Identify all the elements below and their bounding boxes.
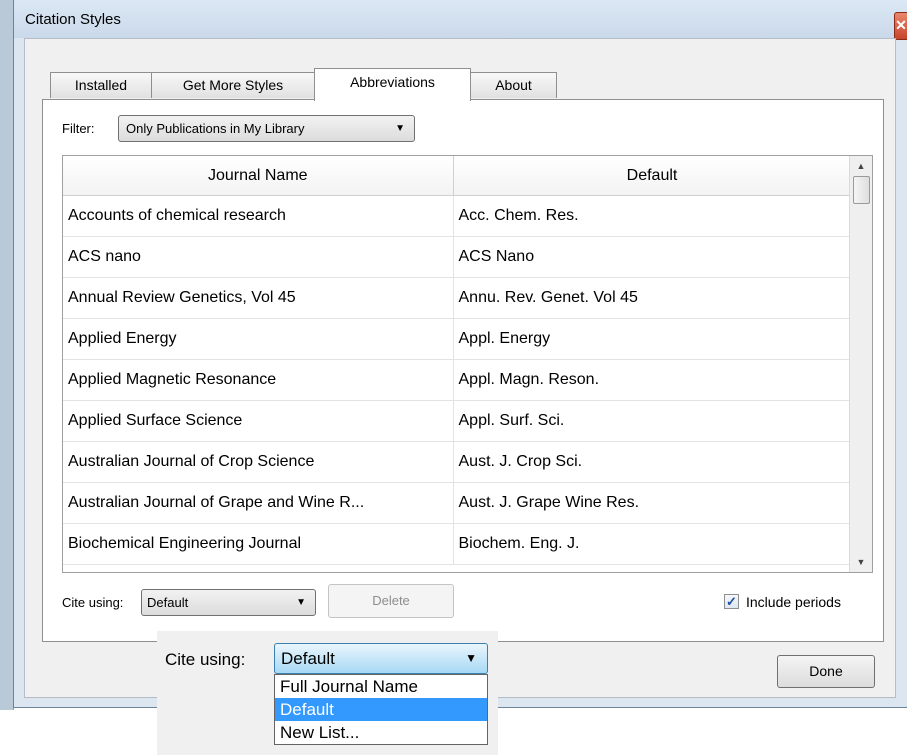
scrollbar-thumb[interactable] — [853, 176, 870, 204]
abbreviation-cell[interactable]: Biochem. Eng. J. — [453, 523, 852, 565]
abbreviation-cell[interactable]: Annu. Rev. Genet. Vol 45 — [453, 277, 852, 319]
column-header-journal-name[interactable]: Journal Name — [63, 156, 454, 196]
checkmark-icon: ✓ — [726, 594, 737, 609]
table-row[interactable]: Australian Journal of Crop Science Aust. … — [63, 441, 852, 483]
background-window-edge — [0, 0, 14, 710]
chevron-down-icon: ▼ — [395, 123, 405, 134]
abbreviations-table: Journal Name Default Accounts of chemica… — [62, 155, 873, 573]
abbreviation-cell[interactable]: Appl. Magn. Reson. — [453, 359, 852, 401]
cite-using-dropdown[interactable]: Default ▼ — [141, 589, 316, 616]
window-title: Citation Styles — [25, 11, 121, 28]
zoom-cite-using-value: Default — [281, 649, 335, 668]
table-row[interactable]: Australian Journal of Grape and Wine R..… — [63, 482, 852, 524]
table-row[interactable]: Accounts of chemical research Acc. Chem. … — [63, 195, 852, 237]
abbreviations-panel: Filter: Only Publications in My Library … — [42, 99, 884, 642]
journal-name-cell[interactable]: Annual Review Genetics, Vol 45 — [63, 277, 454, 319]
journal-name-cell[interactable]: Applied Surface Science — [63, 400, 454, 442]
abbreviation-cell[interactable]: ACS Nano — [453, 236, 852, 278]
table-row[interactable]: Annual Review Genetics, Vol 45 Annu. Rev.… — [63, 277, 852, 319]
zoom-cite-using-label: Cite using: — [165, 650, 246, 669]
journal-name-cell[interactable]: ACS nano — [63, 236, 454, 278]
abbreviation-cell[interactable]: Acc. Chem. Res. — [453, 195, 852, 237]
title-bar: Citation Styles ✕ — [14, 0, 907, 40]
journal-name-cell[interactable]: Applied Energy — [63, 318, 454, 360]
table-row[interactable]: Applied Surface Science Appl. Surf. Sci. — [63, 400, 852, 442]
table-row[interactable]: Applied Magnetic Resonance Appl. Magn. Re… — [63, 359, 852, 401]
cite-using-options-list: Full Journal Name Default New List... — [274, 674, 488, 745]
tab-get-more-styles[interactable]: Get More Styles — [151, 72, 315, 98]
vertical-scrollbar[interactable]: ▲ ▼ — [849, 156, 872, 572]
include-periods-label[interactable]: Include periods — [746, 594, 841, 610]
done-button[interactable]: Done — [777, 655, 875, 688]
citation-styles-window: Citation Styles ✕ Installed Get More Sty… — [13, 0, 907, 708]
filter-dropdown[interactable]: Only Publications in My Library ▼ — [118, 115, 415, 142]
filter-value: Only Publications in My Library — [126, 121, 305, 136]
chevron-down-icon: ▼ — [296, 597, 306, 608]
journal-name-cell[interactable]: Accounts of chemical research — [63, 195, 454, 237]
scroll-down-icon[interactable]: ▼ — [850, 552, 872, 572]
option-full-journal-name[interactable]: Full Journal Name — [275, 675, 487, 698]
journal-name-cell[interactable]: Australian Journal of Crop Science — [63, 441, 454, 483]
dialog-body: Installed Get More Styles Abbreviations … — [24, 38, 896, 698]
table-row[interactable]: Applied Energy Appl. Energy — [63, 318, 852, 360]
journal-name-cell[interactable]: Biochemical Engineering Journal — [63, 523, 454, 565]
delete-button[interactable]: Delete — [328, 584, 454, 618]
zoom-cite-using-dropdown[interactable]: Default ▼ — [274, 643, 488, 674]
chevron-down-icon: ▼ — [465, 651, 477, 665]
column-header-default[interactable]: Default — [453, 156, 852, 196]
option-new-list[interactable]: New List... — [275, 721, 487, 744]
tab-abbreviations[interactable]: Abbreviations — [314, 68, 471, 101]
option-default[interactable]: Default — [275, 698, 487, 721]
abbreviation-cell[interactable]: Appl. Energy — [453, 318, 852, 360]
close-button[interactable]: ✕ — [894, 12, 907, 40]
scroll-up-icon[interactable]: ▲ — [850, 156, 872, 176]
journal-name-cell[interactable]: Australian Journal of Grape and Wine R..… — [63, 482, 454, 524]
table-row[interactable]: Biochemical Engineering Journal Biochem. … — [63, 523, 852, 565]
table-row[interactable]: ACS nano ACS Nano — [63, 236, 852, 278]
close-icon: ✕ — [895, 17, 907, 33]
cite-using-label: Cite using: — [62, 595, 124, 610]
include-periods-checkbox[interactable]: ✓ — [724, 594, 739, 609]
journal-name-cell[interactable]: Applied Magnetic Resonance — [63, 359, 454, 401]
tab-installed[interactable]: Installed — [50, 72, 152, 98]
cite-using-zoom-callout: Cite using: Default ▼ Full Journal Name … — [157, 631, 498, 755]
cite-using-value: Default — [147, 595, 189, 610]
filter-label: Filter: — [62, 121, 95, 136]
abbreviation-cell[interactable]: Aust. J. Crop Sci. — [453, 441, 852, 483]
abbreviation-cell[interactable]: Appl. Surf. Sci. — [453, 400, 852, 442]
tab-about[interactable]: About — [470, 72, 557, 98]
abbreviation-cell[interactable]: Aust. J. Grape Wine Res. — [453, 482, 852, 524]
